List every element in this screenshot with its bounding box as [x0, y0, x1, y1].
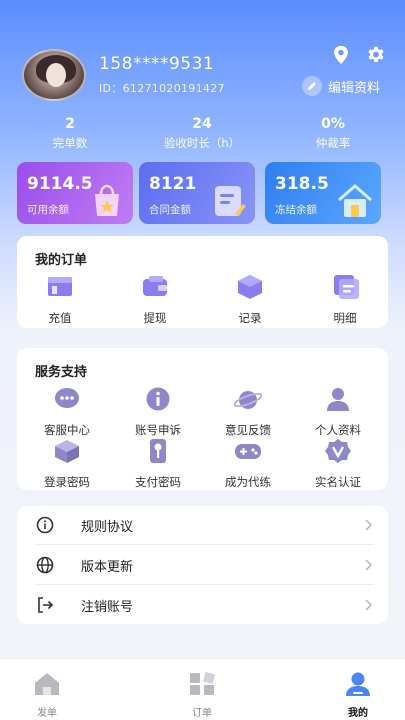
- house-icon: [338, 184, 372, 217]
- customer-service-button[interactable]: 客服中心: [27, 386, 107, 438]
- details-button[interactable]: 明细: [305, 274, 385, 326]
- edit-profile-button[interactable]: 编辑资料: [302, 76, 380, 96]
- stat-value: 24: [192, 116, 212, 132]
- document-icon: [334, 275, 359, 299]
- balance-label: 可用余额: [27, 204, 69, 216]
- edit-profile-label: 编辑资料: [328, 80, 381, 96]
- grid-icon: [190, 672, 215, 695]
- globe-icon: [36, 556, 54, 574]
- tab-post-order[interactable]: 发单: [12, 671, 82, 719]
- menu-item-label: 版本更新: [81, 559, 134, 575]
- tab-mine[interactable]: 我的: [323, 671, 393, 719]
- service-item-label: 登录密码: [44, 475, 90, 489]
- badge-v-icon: [325, 439, 351, 463]
- service-item-label: 支付密码: [135, 475, 181, 489]
- service-item-label: 账号申诉: [135, 423, 181, 437]
- balance-amount: 8121: [149, 174, 197, 194]
- service-item-label: 实名认证: [315, 475, 361, 489]
- tab-label: 订单: [192, 708, 212, 719]
- gamepad-icon: [235, 444, 261, 459]
- chevron-right-icon: [365, 559, 373, 571]
- balance-amount: 318.5: [275, 174, 329, 194]
- settings-menu: 规则协议 版本更新 注销账号: [17, 506, 388, 624]
- available-balance-card[interactable]: 9114.5 可用余额: [17, 162, 133, 224]
- gear-icon[interactable]: [365, 44, 387, 66]
- tab-label: 我的: [348, 708, 368, 719]
- purse-icon: [143, 276, 167, 296]
- stat-label: 验收时长（h）: [163, 136, 241, 150]
- logout-icon: [38, 597, 54, 613]
- account-appeal-button[interactable]: 账号申诉: [118, 386, 198, 438]
- chevron-right-icon: [365, 519, 373, 531]
- menu-item-label: 规则协议: [81, 519, 134, 535]
- menu-item-delete-account[interactable]: 注销账号: [35, 586, 374, 624]
- stat-acceptance-time: 24 验收时长（h）: [142, 116, 262, 151]
- stat-value: 0%: [321, 116, 345, 132]
- service-support-card: 服务支持 客服中心 账号申诉 意见反馈 个人资料 登录密码 支付密码 成为代练 …: [17, 348, 388, 490]
- personal-info-button[interactable]: 个人资料: [298, 386, 378, 438]
- order-item-label: 明细: [333, 311, 357, 325]
- my-orders-title: 我的订单: [35, 253, 88, 268]
- service-item-label: 意见反馈: [225, 423, 271, 437]
- bottom-tab-bar: 发单 订单 我的: [0, 658, 405, 720]
- my-orders-card: 我的订单 充值 提现 记录 明细: [17, 236, 388, 328]
- pencil-icon: [302, 76, 322, 96]
- real-name-verification-button[interactable]: 实名认证: [298, 438, 378, 490]
- payment-password-button[interactable]: 支付密码: [118, 438, 198, 490]
- order-item-label: 提现: [143, 311, 167, 325]
- service-item-label: 客服中心: [44, 423, 90, 437]
- divider: [35, 584, 374, 585]
- feedback-button[interactable]: 意见反馈: [208, 386, 288, 438]
- withdraw-button[interactable]: 提现: [115, 274, 195, 326]
- balance-label: 合同金额: [149, 204, 191, 216]
- stat-completed: 2 完单数: [10, 116, 130, 151]
- user-icon: [346, 672, 370, 696]
- stats-row: 2 完单数 24 验收时长（h） 0% 仲裁率: [0, 116, 405, 152]
- balance-amount: 9114.5: [27, 174, 93, 194]
- stat-label: 完单数: [52, 136, 88, 150]
- tab-orders[interactable]: 订单: [167, 671, 237, 719]
- profile-header: 158****9531 ID：61271020191427 编辑资料: [0, 0, 405, 110]
- tab-label: 发单: [37, 708, 57, 719]
- stat-arbitration-rate: 0% 仲裁率: [273, 116, 393, 151]
- service-support-title: 服务支持: [35, 365, 88, 380]
- user-id: ID：61271020191427: [99, 82, 225, 95]
- chevron-right-icon: [365, 599, 373, 611]
- frozen-balance-card[interactable]: 318.5 冻结余额: [265, 162, 381, 224]
- contract-amount-card[interactable]: 8121 合同金额: [139, 162, 255, 224]
- avatar[interactable]: [22, 49, 86, 101]
- wallet-card-icon: [48, 277, 72, 296]
- stat-value: 2: [65, 116, 75, 132]
- order-item-label: 充值: [48, 311, 72, 325]
- balance-label: 冻结余额: [275, 204, 317, 216]
- cube-icon: [238, 275, 262, 299]
- menu-item-rules[interactable]: 规则协议: [35, 506, 374, 544]
- recharge-button[interactable]: 充值: [20, 274, 100, 326]
- records-button[interactable]: 记录: [210, 274, 290, 326]
- location-pin-icon[interactable]: [330, 44, 352, 66]
- balance-cards: 9114.5 可用余额 8121 合同金额 318.5 冻结余额: [17, 162, 388, 224]
- chat-icon: [55, 388, 79, 408]
- key-icon: [150, 439, 166, 463]
- home-icon: [35, 673, 59, 695]
- service-item-label: 个人资料: [315, 423, 361, 437]
- menu-item-label: 注销账号: [81, 599, 134, 615]
- info-icon: [146, 387, 170, 411]
- order-item-label: 记录: [238, 311, 262, 325]
- info-circle-icon: [36, 516, 54, 534]
- menu-item-version-update[interactable]: 版本更新: [35, 546, 374, 584]
- login-password-button[interactable]: 登录密码: [27, 438, 107, 490]
- contract-document-icon: [215, 186, 246, 216]
- become-booster-button[interactable]: 成为代练: [208, 438, 288, 490]
- service-item-label: 成为代练: [225, 475, 271, 489]
- phone-number: 158****9531: [99, 54, 215, 74]
- stat-label: 仲裁率: [315, 136, 351, 150]
- box-icon: [55, 440, 79, 463]
- divider: [35, 544, 374, 545]
- shopping-bag-icon: [95, 184, 119, 216]
- planet-icon: [233, 391, 263, 409]
- person-icon: [327, 388, 349, 411]
